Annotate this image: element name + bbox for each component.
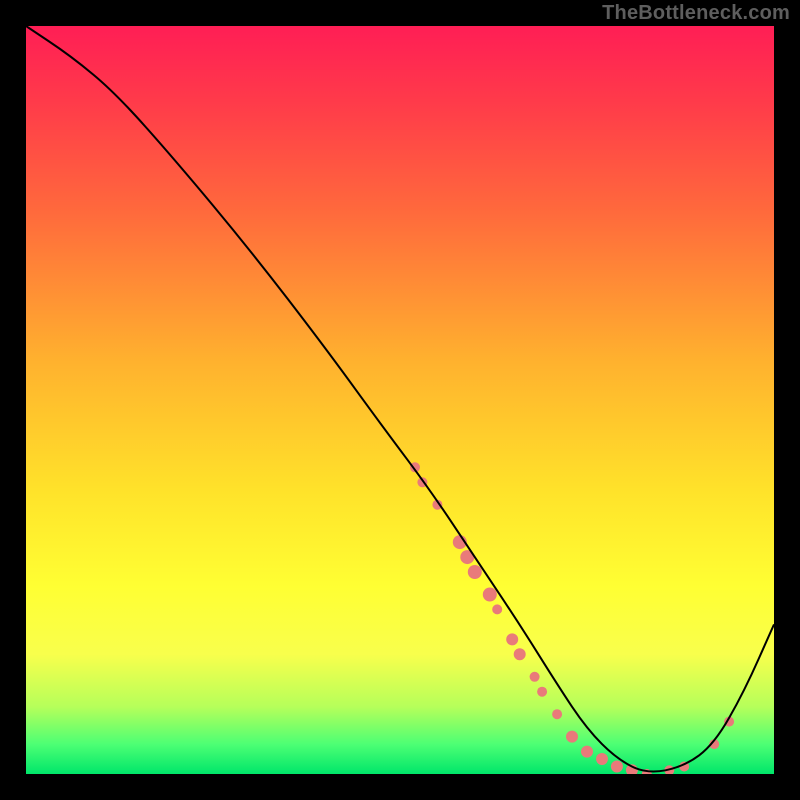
chart-area [26,26,774,774]
gradient-background [26,26,774,774]
watermark-text: TheBottleneck.com [602,2,790,25]
